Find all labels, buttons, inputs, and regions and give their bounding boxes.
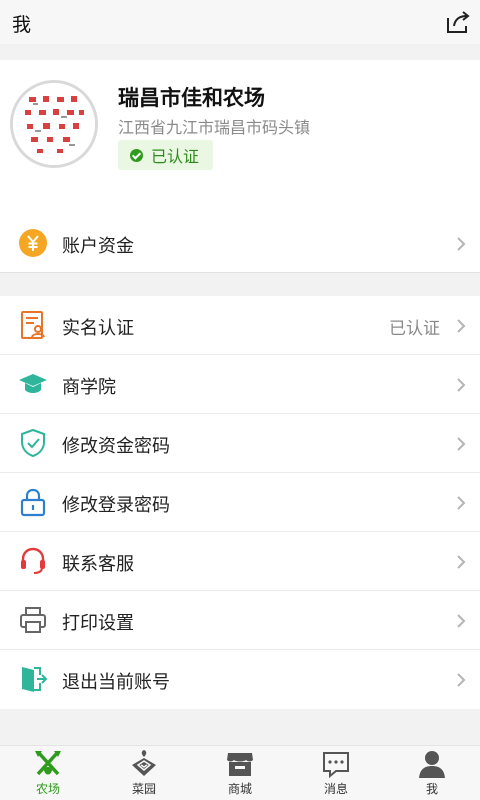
menu-item-business-school[interactable]: 商学院 — [0, 355, 480, 414]
profile-card[interactable]: 瑞昌市佳和农场 江西省九江市瑞昌市码头镇 已认证 — [0, 60, 480, 190]
farm-address: 江西省九江市瑞昌市码头镇 — [118, 118, 311, 137]
menu-item-label: 实名认证 — [62, 318, 134, 339]
graduation-cap-icon — [19, 374, 47, 393]
shield-check-icon — [21, 428, 45, 458]
account-funds-label: 账户资金 — [62, 236, 134, 257]
menu-item-real-name[interactable]: 实名认证 已认证 — [0, 296, 480, 355]
lock-icon — [20, 488, 46, 517]
tab-label: 商城 — [227, 782, 252, 796]
menu-item-print-settings[interactable]: 打印设置 — [0, 591, 480, 650]
menu-item-label: 退出当前账号 — [62, 672, 170, 693]
verification-status: 已认证 — [389, 319, 440, 339]
chevron-right-icon — [457, 437, 466, 451]
printer-icon — [20, 607, 46, 633]
chevron-right-icon — [457, 319, 466, 333]
message-icon — [323, 752, 349, 779]
menu-item-label: 联系客服 — [62, 554, 134, 575]
logout-icon — [22, 667, 48, 692]
menu-item-logout[interactable]: 退出当前账号 — [0, 650, 480, 709]
content-bottom-spacer — [0, 710, 480, 745]
menu-item-change-fund-password[interactable]: 修改资金密码 — [0, 414, 480, 473]
page-title: 我 — [12, 14, 32, 36]
verified-badge: 已认证 — [118, 140, 214, 170]
chevron-right-icon — [457, 673, 466, 687]
tab-label: 菜园 — [131, 782, 156, 796]
chevron-right-icon — [457, 378, 466, 392]
garden-plant-icon — [132, 750, 156, 776]
menu-item-label: 修改登录密码 — [62, 495, 170, 516]
tab-label: 我 — [425, 782, 438, 796]
tab-farm[interactable]: 农场 — [0, 746, 96, 800]
chevron-right-icon — [457, 237, 466, 251]
chevron-right-icon — [457, 496, 466, 510]
menu-item-change-login-password[interactable]: 修改登录密码 — [0, 473, 480, 532]
tab-label: 农场 — [35, 782, 60, 796]
top-bar: 我 — [0, 0, 480, 44]
check-circle-icon — [130, 148, 143, 162]
chevron-right-icon — [457, 614, 466, 628]
section-divider — [0, 272, 480, 296]
tab-garden[interactable]: 菜园 — [96, 746, 192, 800]
menu-item-customer-service[interactable]: 联系客服 — [0, 532, 480, 591]
chevron-right-icon — [457, 555, 466, 569]
avatar-image — [13, 83, 95, 165]
menu-item-label: 商学院 — [62, 377, 116, 398]
menu-item-label: 打印设置 — [62, 613, 134, 634]
bottom-tab-bar: 农场 菜园 商城 消息 我 — [0, 745, 480, 800]
id-card-icon — [21, 311, 45, 339]
menu-item-label: 修改资金密码 — [62, 436, 170, 457]
farm-name: 瑞昌市佳和农场 — [118, 86, 265, 110]
tab-me[interactable]: 我 — [384, 746, 480, 800]
account-funds-row[interactable]: 账户资金 — [0, 214, 480, 273]
headset-icon — [21, 547, 45, 574]
shop-icon — [227, 753, 253, 776]
avatar[interactable] — [10, 80, 98, 168]
user-icon — [419, 751, 445, 778]
profile-spacer — [0, 190, 480, 214]
verified-badge-label: 已认证 — [151, 147, 200, 166]
tab-label: 消息 — [323, 782, 348, 796]
farm-tools-icon — [35, 750, 61, 776]
tab-messages[interactable]: 消息 — [288, 746, 384, 800]
tab-shop[interactable]: 商城 — [192, 746, 288, 800]
yuan-coin-icon — [19, 229, 47, 257]
share-icon[interactable] — [444, 8, 472, 36]
